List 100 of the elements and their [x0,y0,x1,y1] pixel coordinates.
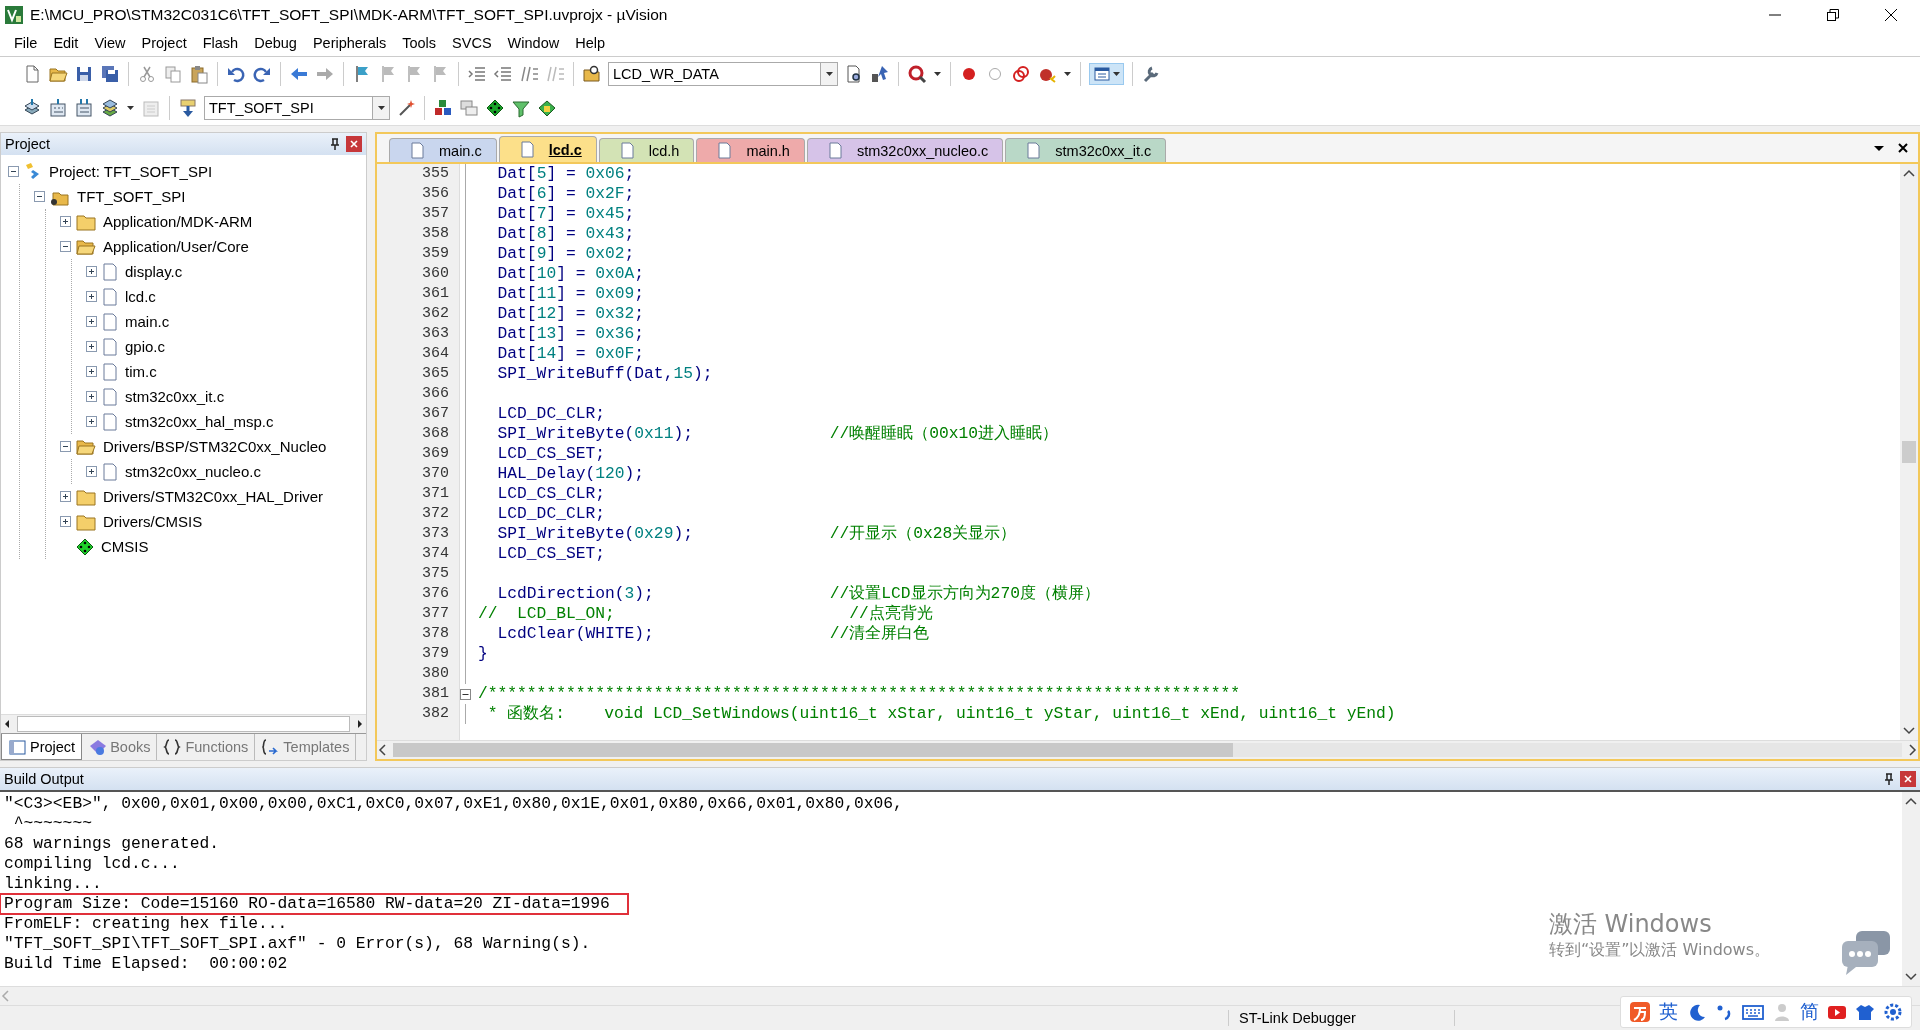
menu-item[interactable]: File [6,33,46,53]
template-icon [261,738,280,756]
tree-item[interactable]: stm32c0xx_it.c [122,387,228,406]
editor-tab[interactable]: lcd.h [598,138,695,162]
menu-item[interactable]: View [86,33,134,53]
menu-item[interactable]: Tools [394,33,445,53]
rebuild-icon[interactable] [74,98,94,118]
collapse-icon[interactable] [7,165,20,178]
save-all-icon[interactable] [100,64,120,84]
indent-icon[interactable] [467,64,487,84]
expand-icon[interactable] [85,265,98,278]
window-layout-icon[interactable] [1092,64,1112,84]
editor-tab[interactable]: lcd.c [498,136,597,162]
tree-item[interactable]: Drivers/BSP/STM32C0xx_Nucleo [100,437,330,456]
scroll-right-icon[interactable] [1906,743,1918,757]
ime-script[interactable]: 简 [1800,999,1819,1025]
editor-tab[interactable]: main.h [696,138,805,162]
panel-tab[interactable]: Functions [157,734,256,760]
close-icon[interactable] [1896,141,1910,155]
menu-item[interactable]: Project [133,33,195,53]
expand-icon[interactable] [85,365,98,378]
expand-icon[interactable] [59,215,72,228]
expand-icon[interactable] [85,290,98,303]
restore-icon[interactable] [1825,7,1841,23]
scroll-left-icon[interactable] [377,743,389,757]
scroll-down-icon[interactable] [1904,970,1918,982]
window-stack-icon[interactable] [459,98,479,118]
tree-item[interactable]: lcd.c [122,287,159,306]
tree-item[interactable]: gpio.c [122,337,169,356]
settings-icon[interactable] [1883,1002,1903,1022]
file-icon [410,142,425,159]
editor-tab[interactable]: main.c [389,138,497,162]
vertical-scrollbar[interactable] [1900,164,1918,740]
tree-item[interactable]: display.c [122,262,186,281]
outdent-icon[interactable] [493,64,513,84]
code-line: /***************************************************************************** [477,684,1242,704]
tree-item[interactable]: stm32c0xx_hal_msp.c [122,412,277,431]
editor-tab[interactable]: stm32c0xx_it.c [1005,138,1167,162]
panel-tab[interactable]: Project [1,734,83,760]
menu-item[interactable]: Window [499,33,568,53]
expand-icon[interactable] [85,415,98,428]
expand-icon[interactable] [85,315,98,328]
find-combo[interactable]: LCD_WR_DATA [608,62,838,86]
expand-icon[interactable] [85,340,98,353]
vertical-scrollbar[interactable] [1902,792,1920,986]
comment-icon[interactable] [519,64,539,84]
menu-item[interactable]: Peripherals [304,33,395,53]
menu-item[interactable]: Edit [45,33,87,53]
expand-icon[interactable] [59,490,72,503]
panel-tab[interactable]: Templates [255,734,357,760]
debug-magnifier-icon[interactable] [907,64,927,84]
window-layout-button[interactable] [1089,63,1124,85]
build-icon[interactable] [48,98,68,118]
ime-language[interactable]: 英 [1659,999,1678,1025]
pin-icon[interactable] [328,137,342,151]
blocks-icon[interactable] [433,98,453,118]
tree-item[interactable]: stm32c0xx_nucleo.c [122,462,264,481]
tree-item[interactable]: TFT_SOFT_SPI [74,187,189,206]
collapse-icon[interactable] [33,190,46,203]
panel-tab[interactable]: Books [82,734,158,760]
tree-item[interactable]: Application/User/Core [100,237,252,256]
ime-logo-icon[interactable] [1629,1001,1651,1023]
keyboard-icon[interactable] [1742,1002,1764,1022]
collapse-icon[interactable] [59,240,72,253]
menu-item[interactable]: Help [567,33,613,53]
expand-icon[interactable] [59,515,72,528]
menu-item[interactable]: SVCS [444,33,500,53]
batch-build-icon[interactable] [100,98,120,118]
tree-item[interactable]: Drivers/CMSIS [100,512,206,531]
tree-item[interactable]: CMSIS [98,537,152,556]
target-dropdown[interactable]: TFT_SOFT_SPI [204,96,390,120]
funnel-icon[interactable] [511,98,531,118]
editor-tab[interactable]: stm32c0xx_nucleo.c [806,138,1004,162]
pointer-arrow-icon[interactable] [870,64,890,84]
tree-item[interactable]: main.c [122,312,173,331]
packs-icon[interactable] [537,98,557,118]
chat-bubble-icon[interactable] [1842,931,1892,977]
download-icon[interactable] [178,98,198,118]
menu-item[interactable]: Debug [246,33,305,53]
tree-item[interactable]: Application/MDK-ARM [100,212,256,231]
close-icon[interactable] [1883,7,1899,23]
diamond-icon[interactable] [485,98,505,118]
shirt-icon[interactable] [1855,1002,1875,1022]
tree-item[interactable]: tim.c [122,362,160,381]
expand-icon[interactable] [85,465,98,478]
paste-icon[interactable] [189,64,209,84]
save-icon[interactable] [74,64,94,84]
tree-item[interactable]: Drivers/STM32C0xx_HAL_Driver [100,487,327,506]
menu-item[interactable]: Flash [194,33,247,53]
scroll-down-icon[interactable] [1902,724,1916,736]
scrollbar-thumb[interactable] [1902,441,1916,463]
expand-icon[interactable] [85,390,98,403]
pin-icon[interactable] [1882,772,1896,786]
collapse-icon[interactable] [59,440,72,453]
rings-icon[interactable] [1011,64,1031,84]
fold-icon[interactable] [460,688,471,700]
cut-icon[interactable] [137,64,157,84]
tree-item[interactable]: Project: TFT_SOFT_SPI [46,162,216,181]
wrench-icon[interactable] [1141,64,1161,84]
find-in-files-icon[interactable] [582,64,602,84]
